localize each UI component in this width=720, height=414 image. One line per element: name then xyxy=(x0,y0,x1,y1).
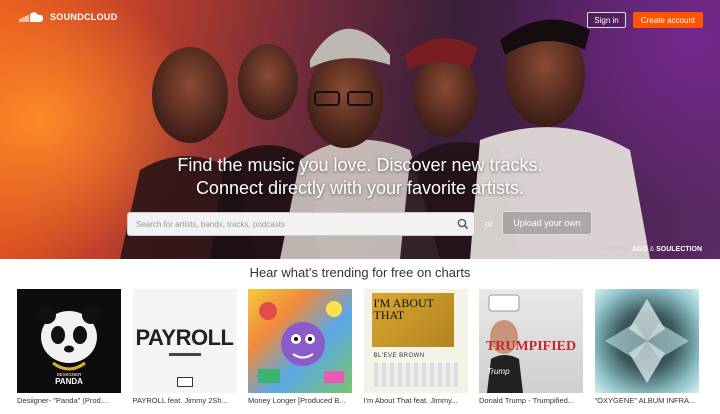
upload-button[interactable]: Upload your own xyxy=(502,211,592,235)
or-label: or xyxy=(485,219,494,229)
track-item[interactable]: Money Longer [Produced B... xyxy=(248,289,352,409)
art-small-text: Trump xyxy=(487,367,510,376)
sign-in-button[interactable]: Sign in xyxy=(587,12,626,28)
featured-artist-1[interactable]: AGD xyxy=(632,246,648,253)
soundcloud-cloud-icon xyxy=(19,12,43,22)
track-artwork[interactable]: I'M ABOUT THAT BL'EVE BROWN xyxy=(363,289,468,393)
trending-title: Hear what’s trending for free on charts xyxy=(249,265,471,280)
track-title[interactable]: "OXYGENE" ALBUM INFRA... xyxy=(595,396,699,405)
art-title-text: PANDA xyxy=(55,377,83,386)
featured-artist-2[interactable]: SOULECTION xyxy=(656,246,702,253)
art-title-text: PAYROLL xyxy=(135,325,234,350)
track-artwork[interactable]: DESIIGNER PANDA xyxy=(17,289,121,393)
headline-line-2: Connect directly with your favorite arti… xyxy=(195,178,525,198)
track-item[interactable]: DESIIGNER PANDA Desiigner- "Panda" (Prod… xyxy=(17,289,121,409)
hero-banner: SOUNDCLOUD Sign in Create account Find t… xyxy=(0,0,720,259)
track-title[interactable]: Donald Trump - Trumpified... xyxy=(479,396,583,405)
soundcloud-logo[interactable]: SOUNDCLOUD xyxy=(18,11,118,23)
track-title[interactable]: I'm About That feat. Jimmy... xyxy=(364,396,468,405)
abstract-artwork-icon xyxy=(604,299,689,383)
track-title[interactable]: PAYROLL feat. Jimmy 2Sh... xyxy=(133,396,237,405)
track-artwork[interactable]: PAYROLL xyxy=(132,289,237,393)
art-small-text: BL'EVE BROWN xyxy=(373,353,425,359)
track-item[interactable]: "OXYGENE" ALBUM INFRA... xyxy=(594,289,699,409)
logo-text: SOUNDCLOUD xyxy=(50,12,118,22)
track-title[interactable]: Desiigner- "Panda" (Prod.... xyxy=(17,396,121,405)
track-item[interactable]: TRUMPIFIED Trump Donald Trump - Trumpifi… xyxy=(479,289,583,409)
track-item[interactable]: PAYROLL PAYROLL feat. Jimmy 2Sh... xyxy=(132,289,237,409)
track-artwork[interactable]: TRUMPIFIED Trump xyxy=(479,289,583,393)
hero-headline: Find the music you love. Discover new tr… xyxy=(0,154,720,200)
cartoon-artwork-icon xyxy=(258,301,344,383)
search-icon[interactable] xyxy=(456,217,470,231)
track-title[interactable]: Money Longer [Produced B... xyxy=(248,396,352,405)
headline-line-1: Find the music you love. Discover new tr… xyxy=(177,155,543,175)
trending-tracks: DESIIGNER PANDA Desiigner- "Panda" (Prod… xyxy=(17,289,707,409)
search-box xyxy=(127,212,475,236)
create-account-button[interactable]: Create account xyxy=(633,12,703,28)
featured-prefix: Featured: xyxy=(600,246,631,253)
art-title-text: I'M ABOUT THAT xyxy=(373,296,434,322)
art-title-text: TRUMPIFIED xyxy=(485,339,577,354)
track-artwork[interactable] xyxy=(248,289,352,393)
featured-and: & xyxy=(649,246,655,253)
track-item[interactable]: I'M ABOUT THAT BL'EVE BROWN I'm About Th… xyxy=(363,289,468,409)
track-artwork[interactable] xyxy=(594,289,699,393)
featured-credit: Featured: AGD & SOULECTION xyxy=(600,246,702,253)
top-bar: SOUNDCLOUD Sign in Create account xyxy=(0,0,720,40)
search-input[interactable] xyxy=(128,213,448,235)
